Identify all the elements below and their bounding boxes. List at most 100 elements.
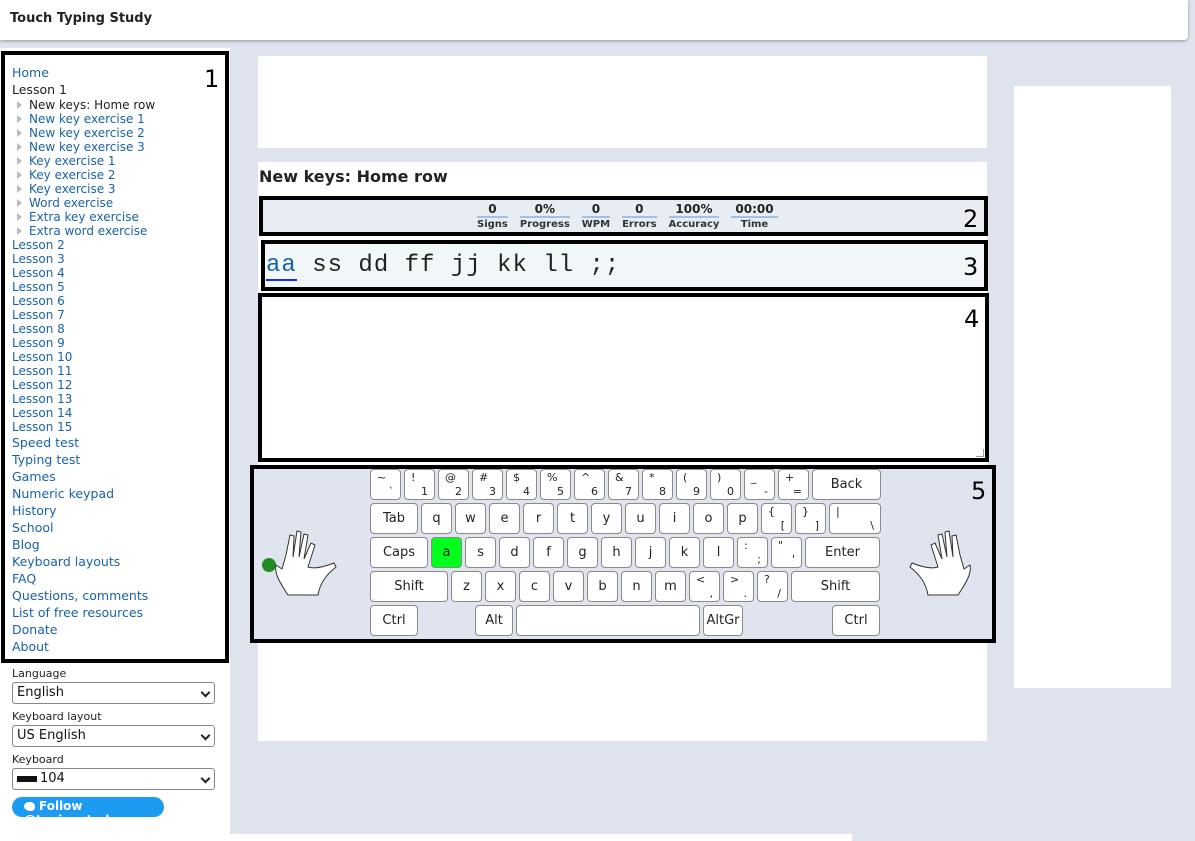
key[interactable]: ~ ` bbox=[370, 469, 401, 500]
key[interactable]: f bbox=[533, 537, 564, 568]
key[interactable]: j bbox=[635, 537, 666, 568]
app-title[interactable]: Touch Typing Study bbox=[10, 11, 152, 26]
key[interactable]: <, bbox=[689, 571, 720, 602]
nav-numeric-keypad[interactable]: Numeric keypad bbox=[12, 485, 225, 502]
key[interactable]: _ - bbox=[744, 469, 775, 500]
key[interactable]: u bbox=[625, 503, 656, 534]
nav-subitem[interactable]: New key exercise 1 bbox=[12, 112, 225, 126]
nav-questions[interactable]: Questions, comments bbox=[12, 587, 225, 604]
key-backslash[interactable]: | \ bbox=[829, 503, 881, 534]
key[interactable]: d bbox=[499, 537, 530, 568]
keyboard-select[interactable]: 104 bbox=[12, 768, 215, 790]
key[interactable]: b bbox=[587, 571, 618, 602]
keyboard-layout-select[interactable]: US English bbox=[12, 725, 215, 747]
nav-lesson[interactable]: Lesson 9 bbox=[12, 336, 225, 350]
nav-lesson-1[interactable]: Lesson 1 bbox=[12, 81, 225, 98]
language-select[interactable]: English bbox=[12, 682, 215, 704]
key-alt[interactable]: Alt bbox=[475, 605, 513, 636]
nav-lesson[interactable]: Lesson 5 bbox=[12, 280, 225, 294]
nav-history[interactable]: History bbox=[12, 502, 225, 519]
key-ctrl-right[interactable]: Ctrl bbox=[832, 605, 880, 636]
key[interactable]: & 7 bbox=[608, 469, 639, 500]
key[interactable]: q bbox=[421, 503, 452, 534]
nav-blog[interactable]: Blog bbox=[12, 536, 225, 553]
key[interactable]: {[ bbox=[761, 503, 792, 534]
key[interactable]: >. bbox=[723, 571, 754, 602]
resize-handle-icon[interactable] bbox=[976, 449, 984, 457]
nav-free-resources[interactable]: List of free resources bbox=[12, 604, 225, 621]
key[interactable]: ) 0 bbox=[710, 469, 741, 500]
nav-lesson[interactable]: Lesson 2 bbox=[12, 238, 225, 252]
key-caps[interactable]: Caps bbox=[370, 537, 428, 568]
key[interactable]: t bbox=[557, 503, 588, 534]
key-enter[interactable]: Enter bbox=[805, 537, 880, 568]
key[interactable]: k bbox=[669, 537, 700, 568]
key[interactable]: o bbox=[693, 503, 724, 534]
key-shift-left[interactable]: Shift bbox=[370, 571, 448, 602]
key[interactable]: m bbox=[655, 571, 686, 602]
key-space[interactable] bbox=[516, 605, 700, 636]
key[interactable]: }] bbox=[795, 503, 826, 534]
key[interactable]: #3 bbox=[472, 469, 503, 500]
nav-subitem[interactable]: Key exercise 3 bbox=[12, 182, 225, 196]
key-backspace[interactable]: Back bbox=[812, 469, 881, 500]
key[interactable]: n bbox=[621, 571, 652, 602]
nav-subitem[interactable]: Key exercise 2 bbox=[12, 168, 225, 182]
key[interactable]: r bbox=[523, 503, 554, 534]
key[interactable]: w bbox=[455, 503, 486, 534]
key[interactable]: x bbox=[485, 571, 516, 602]
key-altgr[interactable]: AltGr bbox=[703, 605, 743, 636]
key-active[interactable]: a bbox=[431, 537, 462, 568]
nav-faq[interactable]: FAQ bbox=[12, 570, 225, 587]
nav-keyboard-layouts[interactable]: Keyboard layouts bbox=[12, 553, 225, 570]
key[interactable]: ! 1 bbox=[404, 469, 435, 500]
nav-donate[interactable]: Donate bbox=[12, 621, 225, 638]
nav-subitem[interactable]: New key exercise 3 bbox=[12, 140, 225, 154]
key-tab[interactable]: Tab bbox=[370, 503, 418, 534]
key[interactable]: ^ 6 bbox=[574, 469, 605, 500]
key[interactable]: " ' bbox=[771, 537, 802, 568]
key[interactable]: l bbox=[703, 537, 734, 568]
key[interactable]: c bbox=[519, 571, 550, 602]
key[interactable]: + = bbox=[778, 469, 809, 500]
key[interactable]: y bbox=[591, 503, 622, 534]
nav-about[interactable]: About bbox=[12, 638, 225, 655]
nav-typing-test[interactable]: Typing test bbox=[12, 451, 225, 468]
nav-home[interactable]: Home bbox=[12, 64, 225, 81]
key-ctrl-left[interactable]: Ctrl bbox=[370, 605, 418, 636]
nav-school[interactable]: School bbox=[12, 519, 225, 536]
nav-subitem[interactable]: Key exercise 1 bbox=[12, 154, 225, 168]
key[interactable]: z bbox=[451, 571, 482, 602]
typing-input[interactable] bbox=[258, 293, 989, 462]
key[interactable]: * 8 bbox=[642, 469, 673, 500]
key-shift-right[interactable]: Shift bbox=[791, 571, 880, 602]
nav-lesson[interactable]: Lesson 3 bbox=[12, 252, 225, 266]
nav-speed-test[interactable]: Speed test bbox=[12, 434, 225, 451]
nav-lesson[interactable]: Lesson 14 bbox=[12, 406, 225, 420]
key[interactable]: :; bbox=[737, 537, 768, 568]
key[interactable]: @2 bbox=[438, 469, 469, 500]
nav-subitem[interactable]: Extra key exercise bbox=[12, 210, 225, 224]
key[interactable]: i bbox=[659, 503, 690, 534]
key[interactable]: v bbox=[553, 571, 584, 602]
twitter-follow-button[interactable]: Follow @typingstudy bbox=[12, 797, 164, 827]
key[interactable]: ? / bbox=[757, 571, 788, 602]
key[interactable]: e bbox=[489, 503, 520, 534]
key[interactable]: % 5 bbox=[540, 469, 571, 500]
nav-subitem[interactable]: Word exercise bbox=[12, 196, 225, 210]
nav-games[interactable]: Games bbox=[12, 468, 225, 485]
key[interactable]: s bbox=[465, 537, 496, 568]
nav-lesson[interactable]: Lesson 15 bbox=[12, 420, 225, 434]
nav-lesson[interactable]: Lesson 13 bbox=[12, 392, 225, 406]
nav-lesson[interactable]: Lesson 7 bbox=[12, 308, 225, 322]
key[interactable]: h bbox=[601, 537, 632, 568]
key[interactable]: p bbox=[727, 503, 758, 534]
nav-lesson[interactable]: Lesson 12 bbox=[12, 378, 225, 392]
nav-subitem[interactable]: New key exercise 2 bbox=[12, 126, 225, 140]
nav-lesson[interactable]: Lesson 10 bbox=[12, 350, 225, 364]
key[interactable]: (9 bbox=[676, 469, 707, 500]
key[interactable]: g bbox=[567, 537, 598, 568]
nav-lesson[interactable]: Lesson 11 bbox=[12, 364, 225, 378]
nav-subitem[interactable]: Extra word exercise bbox=[12, 224, 225, 238]
key[interactable]: $4 bbox=[506, 469, 537, 500]
